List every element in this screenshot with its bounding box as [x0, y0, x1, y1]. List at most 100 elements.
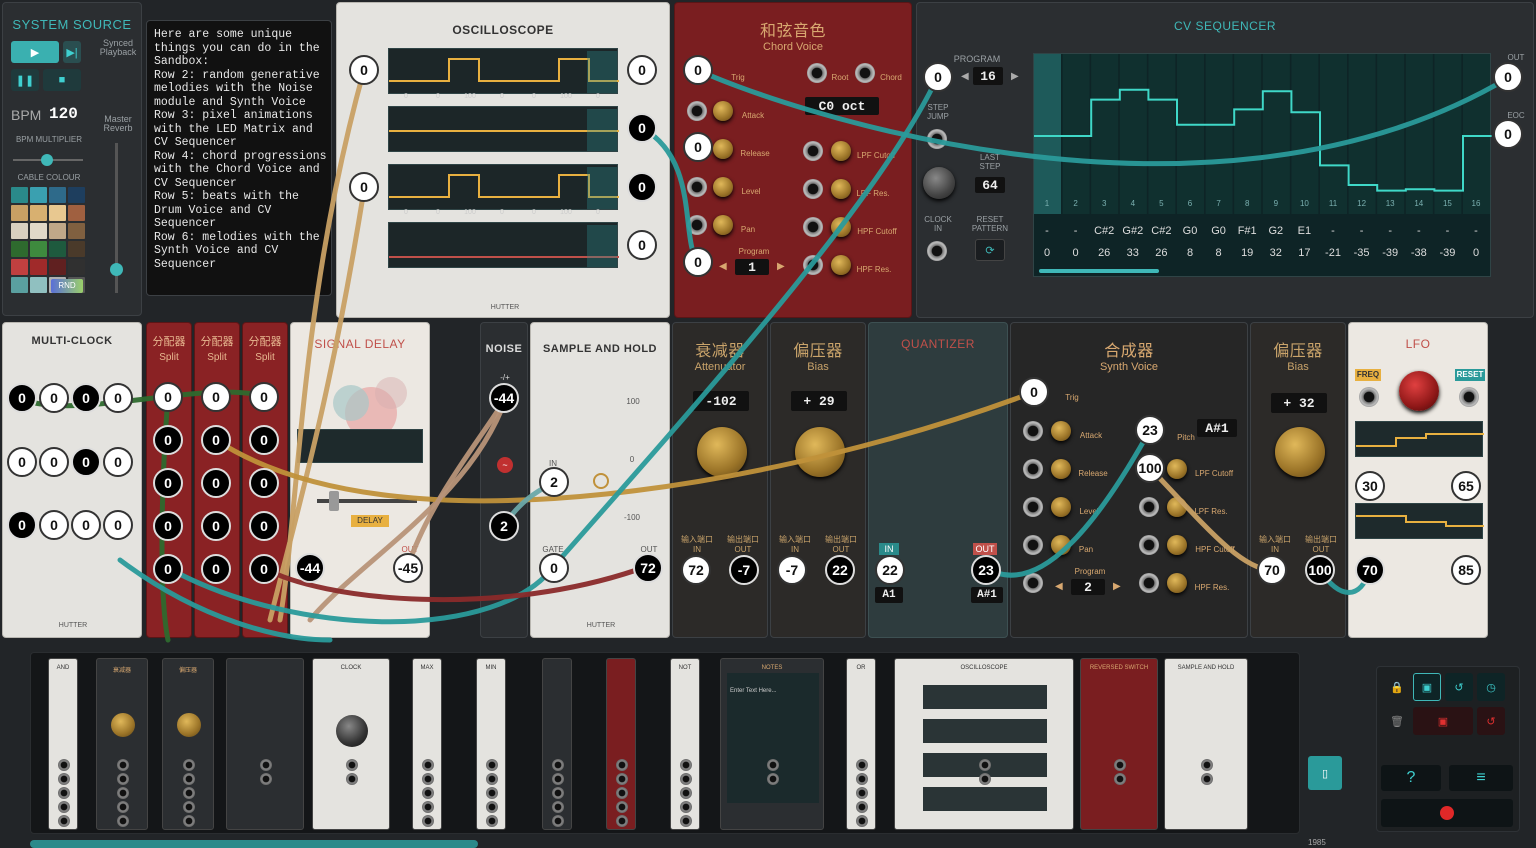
attenuator-knob[interactable] — [697, 427, 747, 477]
cable-colour-swatch[interactable] — [30, 187, 47, 203]
split-port[interactable]: 0 — [153, 468, 183, 498]
library-module[interactable]: AND — [48, 658, 78, 830]
synth-pan-knob[interactable] — [1051, 535, 1071, 555]
library-module[interactable]: MIN — [476, 658, 506, 830]
multi-clock-output[interactable]: 0 — [39, 447, 69, 477]
lfo-freq-knob[interactable] — [1399, 371, 1439, 411]
lpf-res-knob[interactable] — [831, 179, 851, 199]
cable-colour-swatch[interactable] — [11, 259, 28, 275]
lfo-output-4[interactable]: 85 — [1451, 555, 1481, 585]
synth-lpf-res-jack[interactable] — [1139, 497, 1159, 517]
split-port[interactable]: 0 — [249, 554, 279, 584]
attack-jack[interactable] — [687, 101, 707, 121]
lfo-freq-jack[interactable] — [1359, 387, 1379, 407]
sequencer-step-column[interactable] — [1463, 54, 1490, 214]
multi-clock-output[interactable]: 0 — [103, 510, 133, 540]
cable-colour-swatch[interactable] — [49, 223, 66, 239]
pan-knob[interactable] — [713, 215, 733, 235]
pan-jack[interactable] — [687, 215, 707, 235]
sequencer-step-column[interactable] — [1148, 54, 1176, 214]
split-port[interactable]: 0 — [249, 425, 279, 455]
master-reverb-slider[interactable] — [110, 143, 123, 293]
library-module[interactable]: OR — [846, 658, 876, 830]
cable-colour-swatch[interactable] — [30, 241, 47, 257]
bias-in[interactable]: -7 — [777, 555, 807, 585]
release-knob[interactable] — [713, 139, 733, 159]
cable-colour-swatch[interactable] — [30, 277, 47, 293]
synth-hpf-cutoff-knob[interactable] — [1167, 535, 1187, 555]
level-jack[interactable] — [687, 177, 707, 197]
synth-pan-jack[interactable] — [1023, 535, 1043, 555]
oscilloscope-output-4[interactable]: 0 — [627, 230, 657, 260]
bias2-out[interactable]: 100 — [1305, 555, 1335, 585]
synth-hpf-res-jack[interactable] — [1139, 573, 1159, 593]
notes-text[interactable]: Here are some unique things you can do i… — [154, 28, 330, 271]
cable-colour-swatch[interactable] — [30, 223, 47, 239]
bpm-value[interactable]: 120 — [49, 105, 78, 123]
synth-release-knob[interactable] — [1051, 459, 1071, 479]
cable-colour-swatch[interactable] — [49, 241, 66, 257]
chord-release-input[interactable]: 0 — [683, 132, 713, 162]
lfo-reset-jack[interactable] — [1459, 387, 1479, 407]
synth-program-next-icon[interactable]: ▶ — [1113, 581, 1121, 592]
multi-clock-output[interactable]: 0 — [7, 447, 37, 477]
multi-clock-output[interactable]: 0 — [71, 383, 101, 413]
synth-pitch-input[interactable]: 23 — [1135, 415, 1165, 445]
delay-slider-handle[interactable] — [329, 491, 339, 511]
noise-output[interactable]: -44 — [489, 383, 519, 413]
sequencer-step-column[interactable] — [1062, 54, 1090, 214]
split-port[interactable]: 0 — [153, 425, 183, 455]
split-port[interactable]: 0 — [249, 511, 279, 541]
multi-clock-output[interactable]: 0 — [7, 383, 37, 413]
synth-program-jack[interactable] — [1023, 573, 1043, 593]
save-button[interactable]: ▣ — [1413, 673, 1441, 701]
synth-attack-knob[interactable] — [1051, 421, 1071, 441]
lock-button[interactable]: 🔒 — [1385, 675, 1409, 699]
sequencer-step-column[interactable] — [1177, 54, 1204, 214]
sequencer-scrollbar[interactable] — [1039, 269, 1159, 273]
cable-colour-swatch[interactable] — [30, 259, 47, 275]
library-module[interactable]: NOTES — [720, 658, 824, 830]
sah-in[interactable]: 2 — [539, 467, 569, 497]
library-module[interactable]: SAMPLE AND HOLD — [1164, 658, 1248, 830]
quantizer-out[interactable]: 23 — [971, 555, 1001, 585]
library-module[interactable] — [226, 658, 304, 830]
library-module[interactable]: NOT — [670, 658, 700, 830]
root-jack[interactable] — [807, 63, 827, 83]
sequencer-grid[interactable]: 1 - 0 2 - 0 3 C#2 26 4 G#2 33 5 C#2 26 6 G0 8 7 G0 8 8 F#1 19 9 G… — [1034, 54, 1492, 278]
rnd-colour-button[interactable]: RND — [51, 279, 83, 293]
sequencer-step-column[interactable] — [1034, 54, 1061, 214]
multi-clock-output[interactable]: 0 — [103, 383, 133, 413]
split-port[interactable]: 0 — [249, 468, 279, 498]
bias-knob[interactable] — [795, 427, 845, 477]
bias2-knob[interactable] — [1275, 427, 1325, 477]
cable-colour-swatch[interactable] — [68, 241, 85, 257]
sah-out[interactable]: 72 — [633, 553, 663, 583]
help-button[interactable]: ? — [1381, 765, 1441, 791]
cable-colour-palette[interactable] — [11, 187, 85, 293]
sequencer-step-column[interactable] — [1348, 54, 1376, 214]
cable-colour-swatch[interactable] — [11, 277, 28, 293]
rack-toggle-button[interactable]: ▯ — [1308, 756, 1342, 790]
save-red-button[interactable]: ▣ — [1413, 707, 1473, 735]
attack-knob[interactable] — [713, 101, 733, 121]
reset-pattern-button[interactable]: ⟳ — [975, 239, 1005, 261]
oscilloscope-output-3[interactable]: 0 — [627, 172, 657, 202]
synth-lpf-cutoff-knob[interactable] — [1167, 459, 1187, 479]
chord-trig-input[interactable]: 0 — [683, 55, 713, 85]
library-module[interactable]: CLOCK — [312, 658, 390, 830]
sah-gate[interactable]: 0 — [539, 553, 569, 583]
library-module[interactable]: MAX — [412, 658, 442, 830]
program-prev-icon[interactable]: ◀ — [719, 261, 727, 272]
synth-hpf-cutoff-jack[interactable] — [1139, 535, 1159, 555]
multi-clock-output[interactable]: 0 — [103, 447, 133, 477]
lfo-output-2[interactable]: 65 — [1451, 471, 1481, 501]
cable-colour-swatch[interactable] — [49, 205, 66, 221]
stop-button[interactable]: ■ — [43, 69, 81, 91]
synth-release-jack[interactable] — [1023, 459, 1043, 479]
step-jump-jack[interactable] — [927, 129, 947, 149]
multi-clock-output[interactable]: 0 — [71, 510, 101, 540]
play-button[interactable]: ▶ — [11, 41, 59, 63]
hpf-res-jack[interactable] — [803, 255, 823, 275]
step-forward-button[interactable]: ▶| — [63, 41, 81, 63]
